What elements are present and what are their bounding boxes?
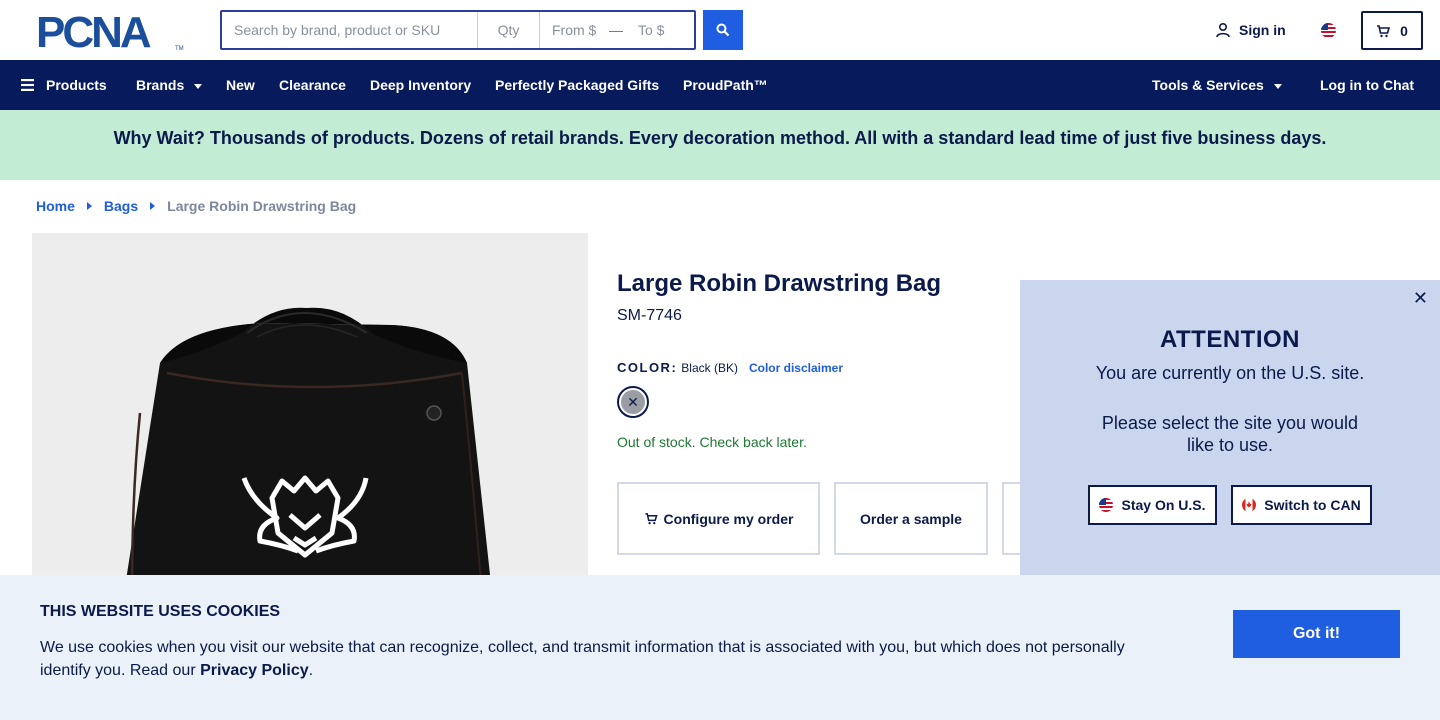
order-sample-button[interactable]: Order a sample xyxy=(834,482,988,555)
nav-products-label: Products xyxy=(46,77,107,93)
chevron-down-icon xyxy=(1273,83,1282,89)
unavailable-x-icon: ✕ xyxy=(621,390,645,414)
nav-new[interactable]: New xyxy=(226,60,255,110)
sign-in-label: Sign in xyxy=(1239,22,1286,38)
nav-brands-label: Brands xyxy=(136,77,185,93)
cart-button[interactable]: 0 xyxy=(1361,11,1423,50)
product-image[interactable] xyxy=(32,233,588,593)
search-bar: — xyxy=(220,10,696,50)
sign-in-link[interactable]: Sign in xyxy=(1215,22,1286,38)
promo-text: Why Wait? Thousands of products. Dozens … xyxy=(113,127,1327,148)
nav-gifts[interactable]: Perfectly Packaged Gifts xyxy=(495,60,659,110)
stock-status: Out of stock. Check back later. xyxy=(617,434,807,450)
color-value: Black (BK) xyxy=(681,361,738,375)
modal-title: ATTENTION xyxy=(1159,326,1301,353)
color-row: COLOR: Black (BK) Color disclaimer xyxy=(617,360,843,375)
breadcrumb-bags[interactable]: Bags xyxy=(104,198,138,214)
search-input[interactable] xyxy=(222,12,478,48)
color-disclaimer-link[interactable]: Color disclaimer xyxy=(749,361,843,375)
us-flag-icon xyxy=(1099,498,1114,512)
cart-icon xyxy=(1377,24,1391,37)
main-nav: Products Brands New Clearance Deep Inven… xyxy=(0,60,1440,110)
nav-new-label: New xyxy=(226,77,255,93)
top-bar: PCNA TM — Sign in 0 xyxy=(0,0,1440,60)
chevron-down-icon xyxy=(194,83,203,89)
price-from-input[interactable] xyxy=(540,12,606,48)
svg-text:PCNA: PCNA xyxy=(36,11,151,51)
breadcrumb-current: Large Robin Drawstring Bag xyxy=(167,198,357,214)
product-title: Large Robin Drawstring Bag xyxy=(617,270,942,297)
quantity-input[interactable] xyxy=(478,12,540,48)
nav-gifts-label: Perfectly Packaged Gifts xyxy=(495,77,660,93)
site-selector-modal: ✕ ATTENTION You are currently on the U.S… xyxy=(1020,280,1440,580)
stay-us-label: Stay On U.S. xyxy=(1121,497,1206,513)
nav-login-chat[interactable]: Log in to Chat xyxy=(1320,60,1414,110)
us-flag-icon[interactable] xyxy=(1321,23,1336,38)
accept-cookies-button[interactable]: Got it! xyxy=(1233,610,1400,658)
menu-icon xyxy=(21,79,34,91)
nav-brands[interactable]: Brands xyxy=(136,60,203,110)
modal-current-site-message: You are currently on the U.S. site. xyxy=(1095,363,1365,383)
nav-products[interactable]: Products xyxy=(21,60,107,110)
breadcrumb: Home Bags Large Robin Drawstring Bag xyxy=(36,198,356,214)
user-icon xyxy=(1216,22,1230,38)
svg-text:TM: TM xyxy=(175,46,184,51)
cart-icon xyxy=(644,513,658,525)
nav-deep-inventory[interactable]: Deep Inventory xyxy=(370,60,471,110)
breadcrumb-arrow-icon xyxy=(86,202,92,210)
nav-chat-label: Log in to Chat xyxy=(1320,77,1415,93)
cart-count: 0 xyxy=(1400,22,1408,39)
nav-deep-inventory-label: Deep Inventory xyxy=(370,77,472,93)
configure-order-button[interactable]: Configure my order xyxy=(617,482,820,555)
promo-banner: Why Wait? Thousands of products. Dozens … xyxy=(0,110,1440,180)
configure-order-label: Configure my order xyxy=(663,510,794,527)
color-label: COLOR: xyxy=(617,360,678,375)
modal-select-message: Please select the site you would like to… xyxy=(1101,413,1359,455)
price-to-input[interactable] xyxy=(626,12,694,48)
cookie-title: THIS WEBSITE USES COOKIES xyxy=(40,603,281,620)
nav-proudpath[interactable]: ProudPath™ xyxy=(683,60,768,110)
price-range-dash: — xyxy=(609,22,623,38)
cookie-banner: THIS WEBSITE USES COOKIES We use cookies… xyxy=(0,575,1440,720)
breadcrumb-arrow-icon xyxy=(150,202,156,210)
nav-tools-label: Tools & Services xyxy=(1152,77,1264,93)
order-sample-label: Order a sample xyxy=(860,510,962,527)
cookie-text: We use cookies when you visit our websit… xyxy=(40,636,1160,682)
nav-tools-services[interactable]: Tools & Services xyxy=(1152,60,1282,110)
search-button[interactable] xyxy=(703,10,743,50)
drawstring-bag-image xyxy=(124,307,492,593)
close-icon[interactable]: ✕ xyxy=(1413,288,1428,309)
canada-flag-icon xyxy=(1242,498,1257,512)
switch-can-button[interactable]: Switch to CAN xyxy=(1231,485,1372,525)
pcna-logo[interactable]: PCNA TM xyxy=(36,11,186,51)
search-icon xyxy=(716,23,730,37)
breadcrumb-home[interactable]: Home xyxy=(36,198,75,214)
nav-clearance[interactable]: Clearance xyxy=(279,60,346,110)
stay-us-button[interactable]: Stay On U.S. xyxy=(1088,485,1217,525)
nav-clearance-label: Clearance xyxy=(279,77,346,93)
product-sku: SM-7746 xyxy=(617,307,682,324)
nav-proudpath-label: ProudPath™ xyxy=(683,77,768,93)
color-swatch-black[interactable]: ✕ xyxy=(617,386,649,418)
privacy-policy-link[interactable]: Privacy Policy xyxy=(200,662,309,679)
switch-can-label: Switch to CAN xyxy=(1264,497,1361,513)
cookie-text-end: . xyxy=(308,662,314,679)
